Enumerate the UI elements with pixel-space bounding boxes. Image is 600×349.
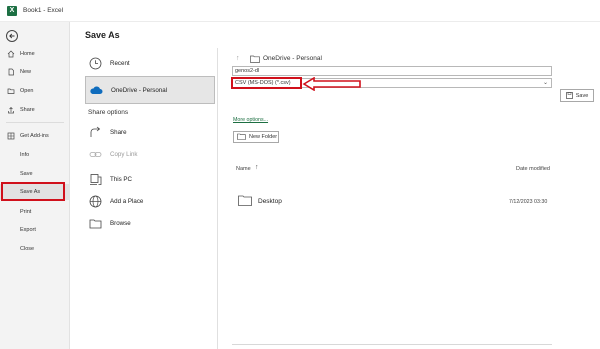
save-as-highlight-box (1, 182, 65, 201)
nav-label-save: Save (20, 171, 33, 177)
list-bottom-border (232, 344, 552, 345)
folder-icon (88, 216, 102, 230)
share-icon (88, 125, 102, 139)
share-options-header: Share options (88, 109, 129, 116)
list-item[interactable]: Desktop 7/12/2023 03:30 (232, 190, 552, 214)
nav-label-close: Close (20, 246, 35, 252)
cloud-icon (89, 83, 103, 97)
save-button-label: Save (575, 92, 589, 99)
new-document-icon (7, 68, 15, 76)
nav-item-export[interactable]: Export (0, 222, 70, 238)
pane-divider (217, 48, 218, 349)
nav-item-share[interactable]: Share (0, 102, 70, 118)
window-title: Book1 - Excel (23, 7, 64, 14)
location-copy-link[interactable]: Copy Link (85, 141, 215, 167)
nav-item-home[interactable]: Home (0, 46, 70, 62)
filename-field[interactable]: genos2-dl (232, 66, 552, 76)
share-icon (7, 106, 15, 114)
clock-icon (88, 56, 102, 70)
new-folder-icon (237, 133, 246, 142)
filetype-highlight-box (231, 77, 302, 89)
new-folder-label: New Folder (249, 134, 278, 140)
nav-label-print: Print (20, 209, 32, 215)
column-header-name[interactable]: Name (236, 166, 251, 172)
nav-label-export: Export (20, 227, 36, 233)
home-icon (7, 50, 15, 58)
column-header-date[interactable]: Date modified (516, 166, 550, 172)
excel-app-icon: X (7, 5, 17, 16)
open-folder-icon (7, 87, 15, 95)
location-add-place-label: Add a Place (110, 197, 144, 205)
new-folder-button[interactable]: New Folder (233, 131, 279, 143)
save-disk-icon (565, 92, 573, 99)
nav-item-info[interactable]: Info (0, 147, 70, 163)
nav-item-print[interactable]: Print (0, 204, 70, 220)
computer-icon (88, 172, 102, 186)
nav-item-new[interactable]: New (0, 64, 70, 80)
link-icon (88, 147, 102, 161)
nav-item-save[interactable]: Save (0, 166, 70, 182)
more-options-link[interactable]: More options... (233, 117, 268, 123)
nav-separator (6, 122, 64, 123)
nav-label-info: Info (20, 152, 30, 158)
globe-icon (88, 194, 102, 208)
location-recent[interactable]: Recent (85, 50, 215, 76)
list-item-date: 7/12/2023 03:30 (509, 199, 548, 205)
nav-label-new: New (20, 69, 32, 75)
nav-label-home: Home (20, 51, 35, 57)
nav-label-share: Share (20, 107, 35, 113)
folder-icon (250, 55, 260, 65)
up-arrow-icon[interactable]: ↑ (236, 55, 240, 62)
nav-item-get-add-ins[interactable]: Get Add-ins (0, 128, 70, 144)
location-share-label: Share (110, 128, 127, 136)
location-recent-label: Recent (110, 59, 130, 67)
location-copy-link-label: Copy Link (110, 150, 138, 158)
nav-item-open[interactable]: Open (0, 83, 70, 99)
folder-icon (238, 195, 252, 208)
page-title: Save As (85, 30, 120, 40)
list-item-name: Desktop (258, 198, 282, 205)
nav-item-close[interactable]: Close (0, 241, 70, 257)
location-browse-label: Browse (110, 219, 131, 227)
location-browse[interactable]: Browse (85, 210, 215, 236)
red-arrow-annotation (302, 77, 361, 91)
location-onedrive-label: OneDrive - Personal (111, 86, 168, 94)
chevron-down-icon: ⌄ (542, 80, 548, 86)
sort-arrow-icon: ↑ (255, 164, 259, 171)
store-icon (7, 132, 15, 140)
breadcrumb[interactable]: OneDrive - Personal (263, 55, 322, 62)
back-arrow-icon[interactable] (6, 30, 18, 42)
location-this-pc-label: This PC (110, 175, 133, 183)
title-bar: X Book1 - Excel (0, 0, 600, 22)
location-onedrive[interactable]: OneDrive - Personal (85, 76, 215, 104)
nav-label-open: Open (20, 88, 34, 94)
nav-label-get-add-ins: Get Add-ins (20, 133, 49, 139)
save-button[interactable]: Save (560, 89, 594, 102)
